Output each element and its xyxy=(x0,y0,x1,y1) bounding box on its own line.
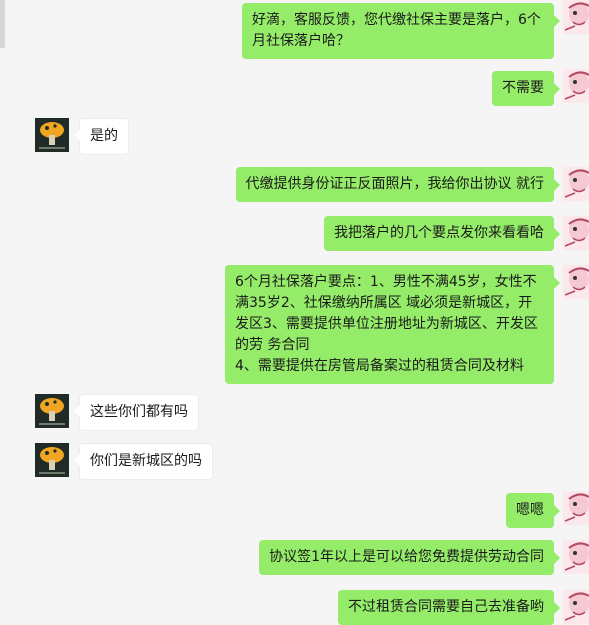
pink-cartoon-avatar-icon xyxy=(563,0,589,34)
pink-cartoon-avatar-icon xyxy=(563,540,589,574)
message-bubble[interactable]: 你们是新城区的吗 xyxy=(74,443,213,480)
contact-avatar[interactable] xyxy=(35,443,69,477)
message-row: 不过租赁合同需要自己去准备哟 xyxy=(338,590,589,625)
pink-cartoon-avatar-icon xyxy=(563,590,589,624)
message-row: 嗯嗯 xyxy=(506,491,589,528)
message-row: 是的 xyxy=(35,118,129,155)
contact-avatar[interactable] xyxy=(35,118,69,152)
message-row: 你们是新城区的吗 xyxy=(35,443,213,480)
my-avatar[interactable] xyxy=(563,265,589,299)
contact-avatar[interactable] xyxy=(35,394,69,428)
my-avatar[interactable] xyxy=(563,69,589,103)
my-avatar[interactable] xyxy=(563,167,589,201)
my-avatar[interactable] xyxy=(563,590,589,624)
pink-cartoon-avatar-icon xyxy=(563,216,589,250)
scrollbar-thumb[interactable] xyxy=(0,0,5,48)
message-bubble[interactable]: 协议签1年以上是可以给您免费提供劳动合同 xyxy=(259,540,560,575)
message-bubble[interactable]: 我把落户的几个要点发你来看看哈 xyxy=(324,216,560,251)
message-row: 6个月社保落户要点：1、男性不满45岁，女性不满35岁2、社保缴纳所属区 域必须… xyxy=(225,265,589,384)
chat-history[interactable]: 好滴，客服反馈，您代缴社保主要是落户，6个月社保落户哈？ 不需要 是的 代缴提供… xyxy=(0,0,589,625)
message-bubble[interactable]: 这些你们都有吗 xyxy=(74,394,199,431)
my-avatar[interactable] xyxy=(563,491,589,525)
message-bubble[interactable]: 6个月社保落户要点：1、男性不满45岁，女性不满35岁2、社保缴纳所属区 域必须… xyxy=(225,265,560,384)
message-bubble[interactable]: 代缴提供身份证正反面照片，我给你出协议 就行 xyxy=(235,167,561,202)
message-bubble[interactable]: 不过租赁合同需要自己去准备哟 xyxy=(338,590,560,625)
pink-cartoon-avatar-icon xyxy=(563,265,589,299)
pink-cartoon-avatar-icon xyxy=(563,491,589,525)
message-bubble[interactable]: 嗯嗯 xyxy=(506,493,560,528)
message-row: 好滴，客服反馈，您代缴社保主要是落户，6个月社保落户哈？ xyxy=(242,0,589,59)
message-row: 这些你们都有吗 xyxy=(35,394,199,431)
message-bubble[interactable]: 是的 xyxy=(74,118,129,155)
mushroom-logo-avatar-icon xyxy=(35,118,69,152)
my-avatar[interactable] xyxy=(563,0,589,34)
mushroom-logo-avatar-icon xyxy=(35,394,69,428)
pink-cartoon-avatar-icon xyxy=(563,167,589,201)
my-avatar[interactable] xyxy=(563,540,589,574)
mushroom-logo-avatar-icon xyxy=(35,443,69,477)
message-bubble[interactable]: 不需要 xyxy=(492,71,560,106)
message-row: 不需要 xyxy=(492,69,589,106)
pink-cartoon-avatar-icon xyxy=(563,69,589,103)
my-avatar[interactable] xyxy=(563,216,589,250)
message-row: 协议签1年以上是可以给您免费提供劳动合同 xyxy=(259,540,589,575)
message-row: 我把落户的几个要点发你来看看哈 xyxy=(324,216,589,251)
message-row: 代缴提供身份证正反面照片，我给你出协议 就行 xyxy=(235,167,589,202)
message-bubble[interactable]: 好滴，客服反馈，您代缴社保主要是落户，6个月社保落户哈？ xyxy=(242,3,560,59)
